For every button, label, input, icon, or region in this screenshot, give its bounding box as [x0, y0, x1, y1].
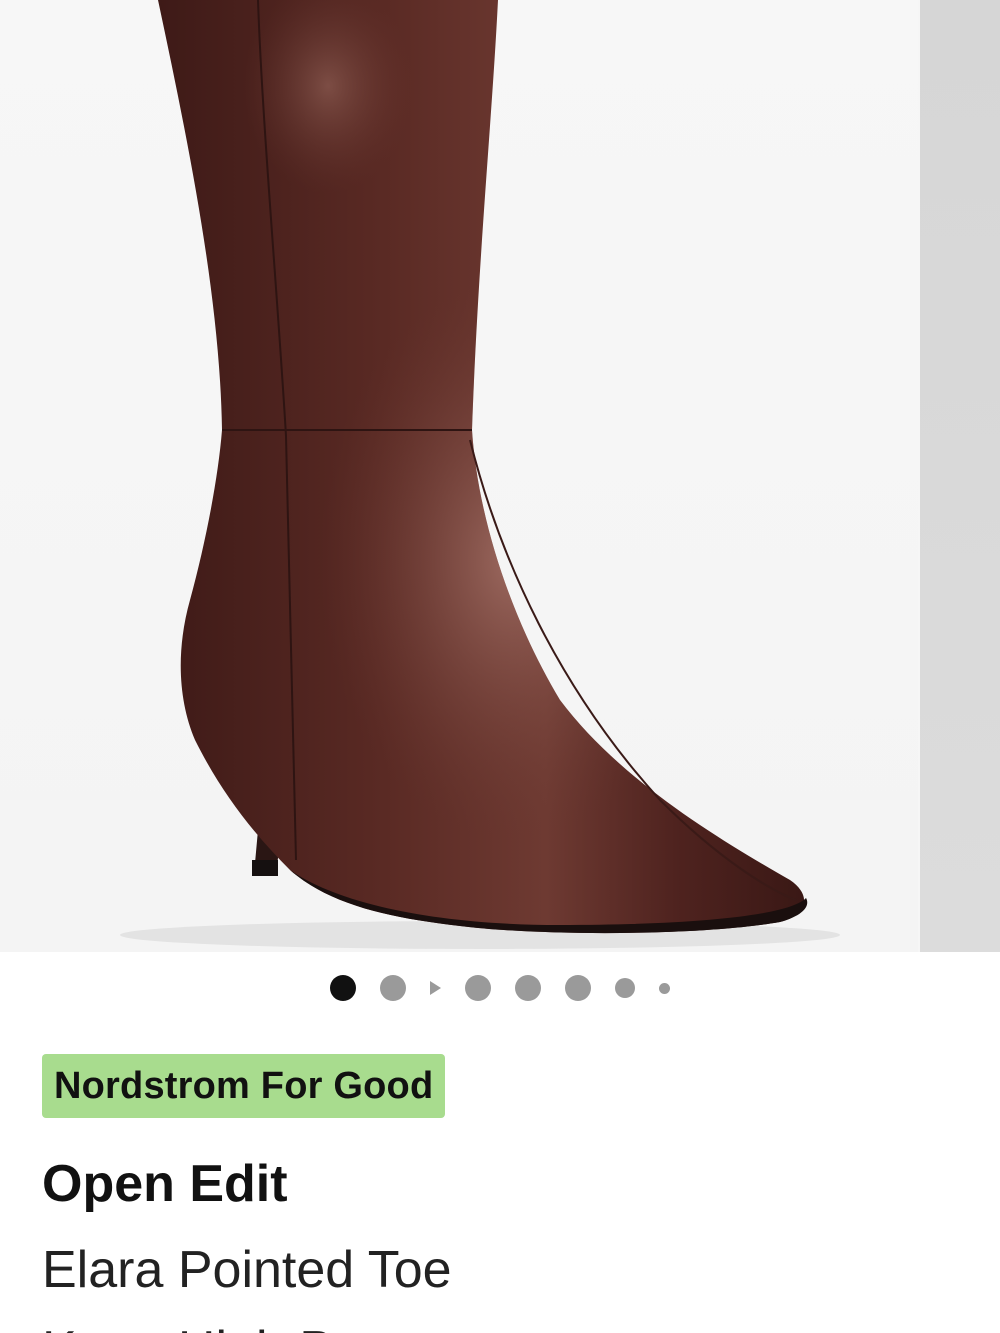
pagination-dot-6[interactable]: [565, 975, 591, 1001]
pagination-dot-2[interactable]: [380, 975, 406, 1001]
brand-name[interactable]: Open Edit: [42, 1152, 288, 1216]
product-image-carousel[interactable]: [0, 0, 1000, 952]
product-name-continued: Knee High Boot: [42, 1318, 406, 1333]
next-image-peek[interactable]: [920, 0, 1000, 952]
product-image[interactable]: [0, 0, 918, 952]
nordstrom-for-good-badge[interactable]: Nordstrom For Good: [42, 1054, 446, 1118]
product-page: Nordstrom For Good Open Edit Elara Point…: [0, 0, 1000, 1333]
boot-illustration: [120, 0, 840, 949]
pagination-dot-4[interactable]: [465, 975, 491, 1001]
carousel-pagination: [0, 968, 1000, 1008]
pagination-dot-7[interactable]: [615, 978, 635, 998]
pagination-dot-5[interactable]: [515, 975, 541, 1001]
pagination-dot-8[interactable]: [659, 982, 670, 994]
pagination-dot-1[interactable]: [330, 975, 356, 1001]
video-play-icon[interactable]: [430, 981, 441, 995]
product-name: Elara Pointed Toe: [42, 1241, 452, 1299]
